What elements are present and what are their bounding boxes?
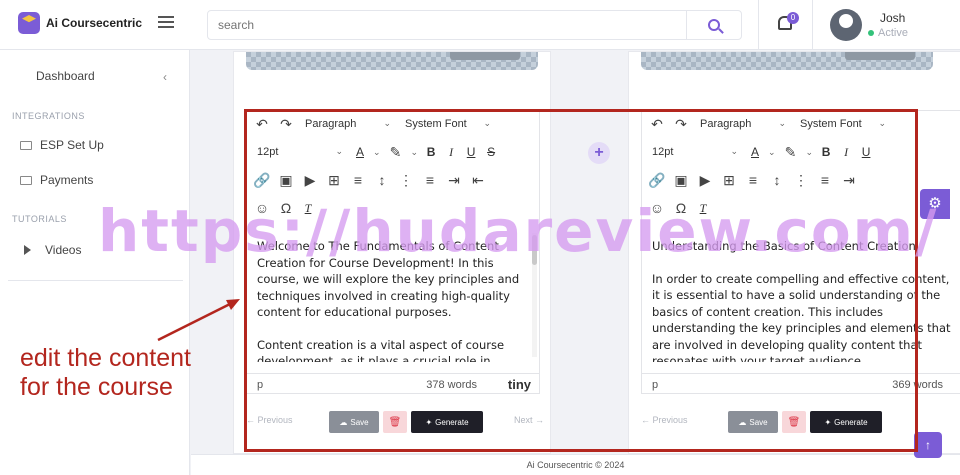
annotation-line: for the course <box>20 373 173 401</box>
annotation-line: edit the content <box>20 344 191 372</box>
annotation-arrow-icon <box>157 299 240 342</box>
annotation-text: edit the content for the course <box>20 344 191 402</box>
